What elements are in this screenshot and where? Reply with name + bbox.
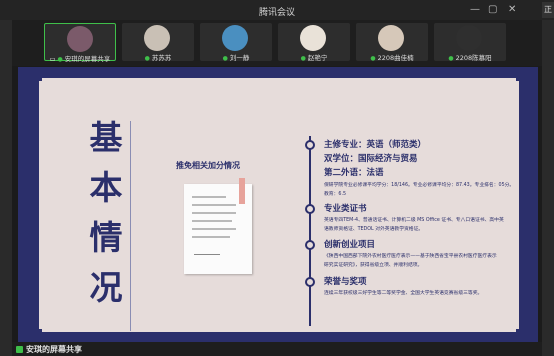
right-side-panel <box>542 20 554 356</box>
screen-share-indicator[interactable]: 安琪的屏幕共享 <box>16 344 82 355</box>
timeline-dot <box>305 277 315 287</box>
participant-tile[interactable]: ● 2208曲佳楠 <box>356 23 428 62</box>
participant-name: 苏苏苏 <box>151 54 172 62</box>
title-char: 本 <box>89 168 123 207</box>
document-illustration <box>184 178 252 274</box>
title-divider <box>130 121 131 331</box>
section-text: 保研学院专业必修课平均学分：18/146。专业必修课平均分：87.43。专业排名… <box>324 183 515 188</box>
avatar <box>300 25 326 51</box>
corner-square <box>516 76 521 81</box>
corner-square <box>516 329 521 334</box>
bottom-bar: 安琪的屏幕共享 <box>12 342 542 356</box>
timeline-dot <box>305 240 315 250</box>
mic-icon: ● <box>448 55 454 62</box>
avatar <box>222 25 248 51</box>
corner-square <box>37 329 42 334</box>
participant-tile[interactable]: ● 苏苏苏 <box>122 23 194 62</box>
avatar <box>67 26 93 52</box>
maximize-icon[interactable]: ▢ <box>488 4 497 16</box>
timeline-dot <box>305 140 315 150</box>
mic-icon: ● <box>370 55 376 62</box>
mic-icon: ● <box>300 55 306 62</box>
timeline-line <box>309 136 311 326</box>
avatar <box>456 25 482 51</box>
section-text: 英语专四TEM-4、普通话证书、计算机二级 MS Office 证书、专八口语证… <box>324 218 504 223</box>
mic-icon: ● <box>57 56 63 63</box>
avatar <box>144 25 170 51</box>
section-text: 《陕西中国西部下院外农村医疗医疗表示——基于陕西省宝平县农村医疗医疗表示 <box>324 254 497 259</box>
mic-icon: ● <box>222 55 228 62</box>
slide-subtitle: 推免相关加分情况 <box>176 161 240 170</box>
title-bar: 腾讯会议 — ▢ ✕ <box>0 0 554 20</box>
section-subtitle: 第二外语：法语 <box>324 168 384 178</box>
participant-tile[interactable]: ● 赵艳宁 <box>278 23 350 62</box>
section-title: 专业类证书 <box>324 204 367 214</box>
section-title: 荣誉与奖项 <box>324 277 367 287</box>
corner-square <box>37 76 42 81</box>
slide-title: 基 本 情 况 <box>86 113 131 331</box>
section-text: 语教师资格证、TEDOL 对外英语教学资格证。 <box>324 227 424 232</box>
participant-tile[interactable]: ● 2208陈慕阳 <box>434 23 506 62</box>
screen-share-icon <box>16 346 23 353</box>
minimize-icon[interactable]: — <box>470 4 480 16</box>
section-subtitle: 双学位：国际经济与贸易 <box>324 154 418 164</box>
slide-card: 基 本 情 况 推免相关加分情况 主修专业：英语（师范类） 双学位：国际经济与贸… <box>37 76 521 334</box>
signature-line <box>194 254 220 255</box>
bookmark-ribbon <box>239 178 245 204</box>
participant-name: 2208陈慕阳 <box>455 54 492 62</box>
participant-name: 安琪的屏幕共享 <box>64 55 111 63</box>
section-title: 创新创业项目 <box>324 240 376 250</box>
close-icon[interactable]: ✕ <box>508 4 516 16</box>
section-text: 研究实证研究》，获得省级立项、并顺利结项。 <box>324 263 423 268</box>
title-char: 况 <box>89 268 123 307</box>
participant-strip: ▭ ● 安琪的屏幕共享 ● 苏苏苏 ● 刘一静 ● 赵艳宁 ● 2208曲佳楠 ● 2208陈… <box>12 20 542 66</box>
title-char: 基 <box>89 118 123 157</box>
participant-name: 2208曲佳楠 <box>377 54 414 62</box>
section-text: 连续三年获校级三好学生等二等奖学金、全国大学生英语竞赛省级三等奖。 <box>324 291 483 296</box>
corner-badge: 正 <box>542 2 554 18</box>
screen-share-icon: ▭ <box>49 56 56 63</box>
title-char: 情 <box>89 218 123 257</box>
section-title: 主修专业：英语（师范类） <box>324 140 427 150</box>
avatar <box>378 25 404 51</box>
participant-name: 赵艳宁 <box>307 54 328 62</box>
mic-icon: ● <box>144 55 150 62</box>
shared-slide: 基 本 情 况 推免相关加分情况 主修专业：英语（师范类） 双学位：国际经济与贸… <box>18 67 538 342</box>
participant-name: 刘一静 <box>229 54 250 62</box>
left-side-panel <box>0 20 12 356</box>
section-text: 教育：6.5 <box>324 192 347 197</box>
participant-tile[interactable]: ▭ ● 安琪的屏幕共享 <box>44 23 116 63</box>
participant-tile[interactable]: ● 刘一静 <box>200 23 272 62</box>
timeline-dot <box>305 204 315 214</box>
